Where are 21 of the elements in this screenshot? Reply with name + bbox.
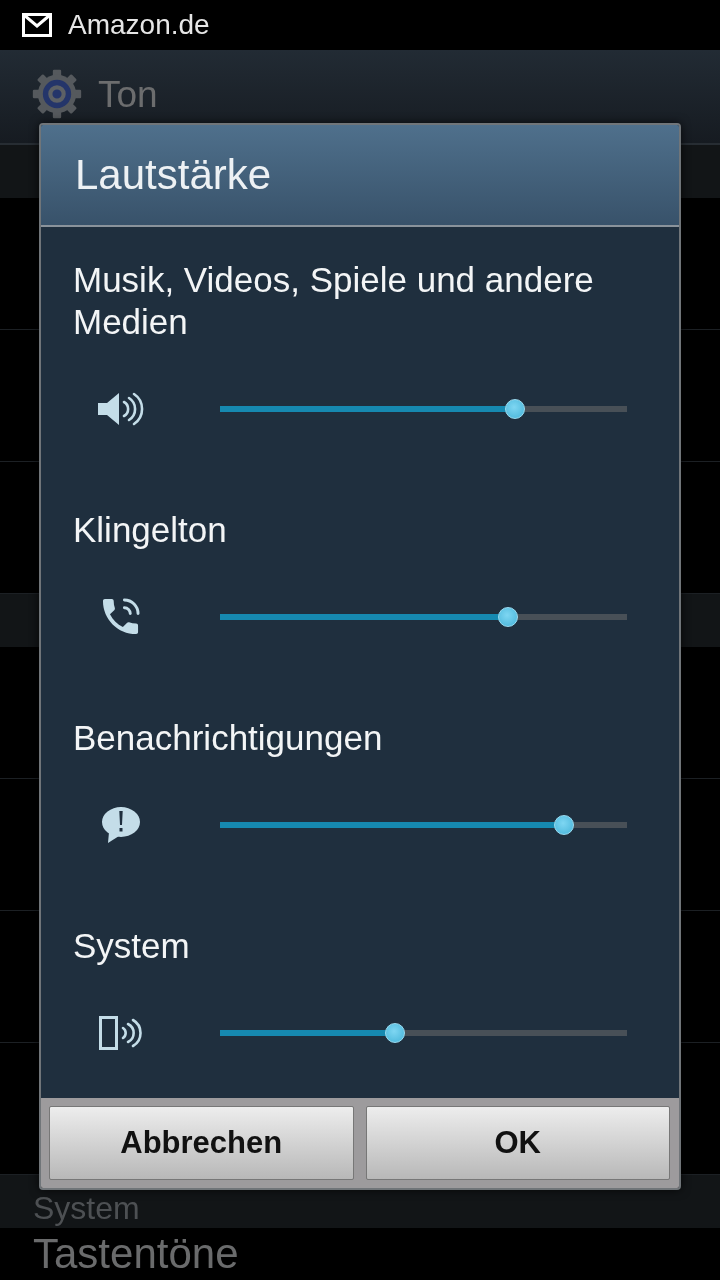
- volume-label: System: [73, 925, 191, 967]
- speaker-icon: [98, 392, 144, 426]
- notification-text: Amazon.de: [68, 9, 210, 41]
- gear-icon: [32, 68, 82, 119]
- volume-label: Klingelton: [73, 509, 228, 551]
- volume-label: Musik, Videos, Spiele und andere Medien: [73, 259, 595, 343]
- screen-title: Ton: [98, 73, 158, 116]
- mail-icon: [22, 13, 52, 37]
- section-header: System: [33, 1190, 140, 1226]
- vibrating-phone-icon: [99, 1016, 143, 1050]
- slider-thumb[interactable]: [505, 399, 526, 419]
- phone-icon: [102, 598, 140, 636]
- dialog-title: Lautstärke: [75, 151, 272, 199]
- slider-thumb[interactable]: [553, 815, 574, 835]
- slider-thumb[interactable]: [385, 1023, 405, 1043]
- dialog-button[interactable]: OK: [365, 1106, 670, 1180]
- slider-thumb[interactable]: [498, 607, 519, 627]
- speech-bubble-icon: [101, 806, 141, 844]
- dialog-button[interactable]: Abbrechen: [49, 1106, 354, 1180]
- volume-label: Benachrichtigungen: [73, 717, 384, 759]
- settings-item[interactable]: Tastentöne: [33, 1230, 239, 1278]
